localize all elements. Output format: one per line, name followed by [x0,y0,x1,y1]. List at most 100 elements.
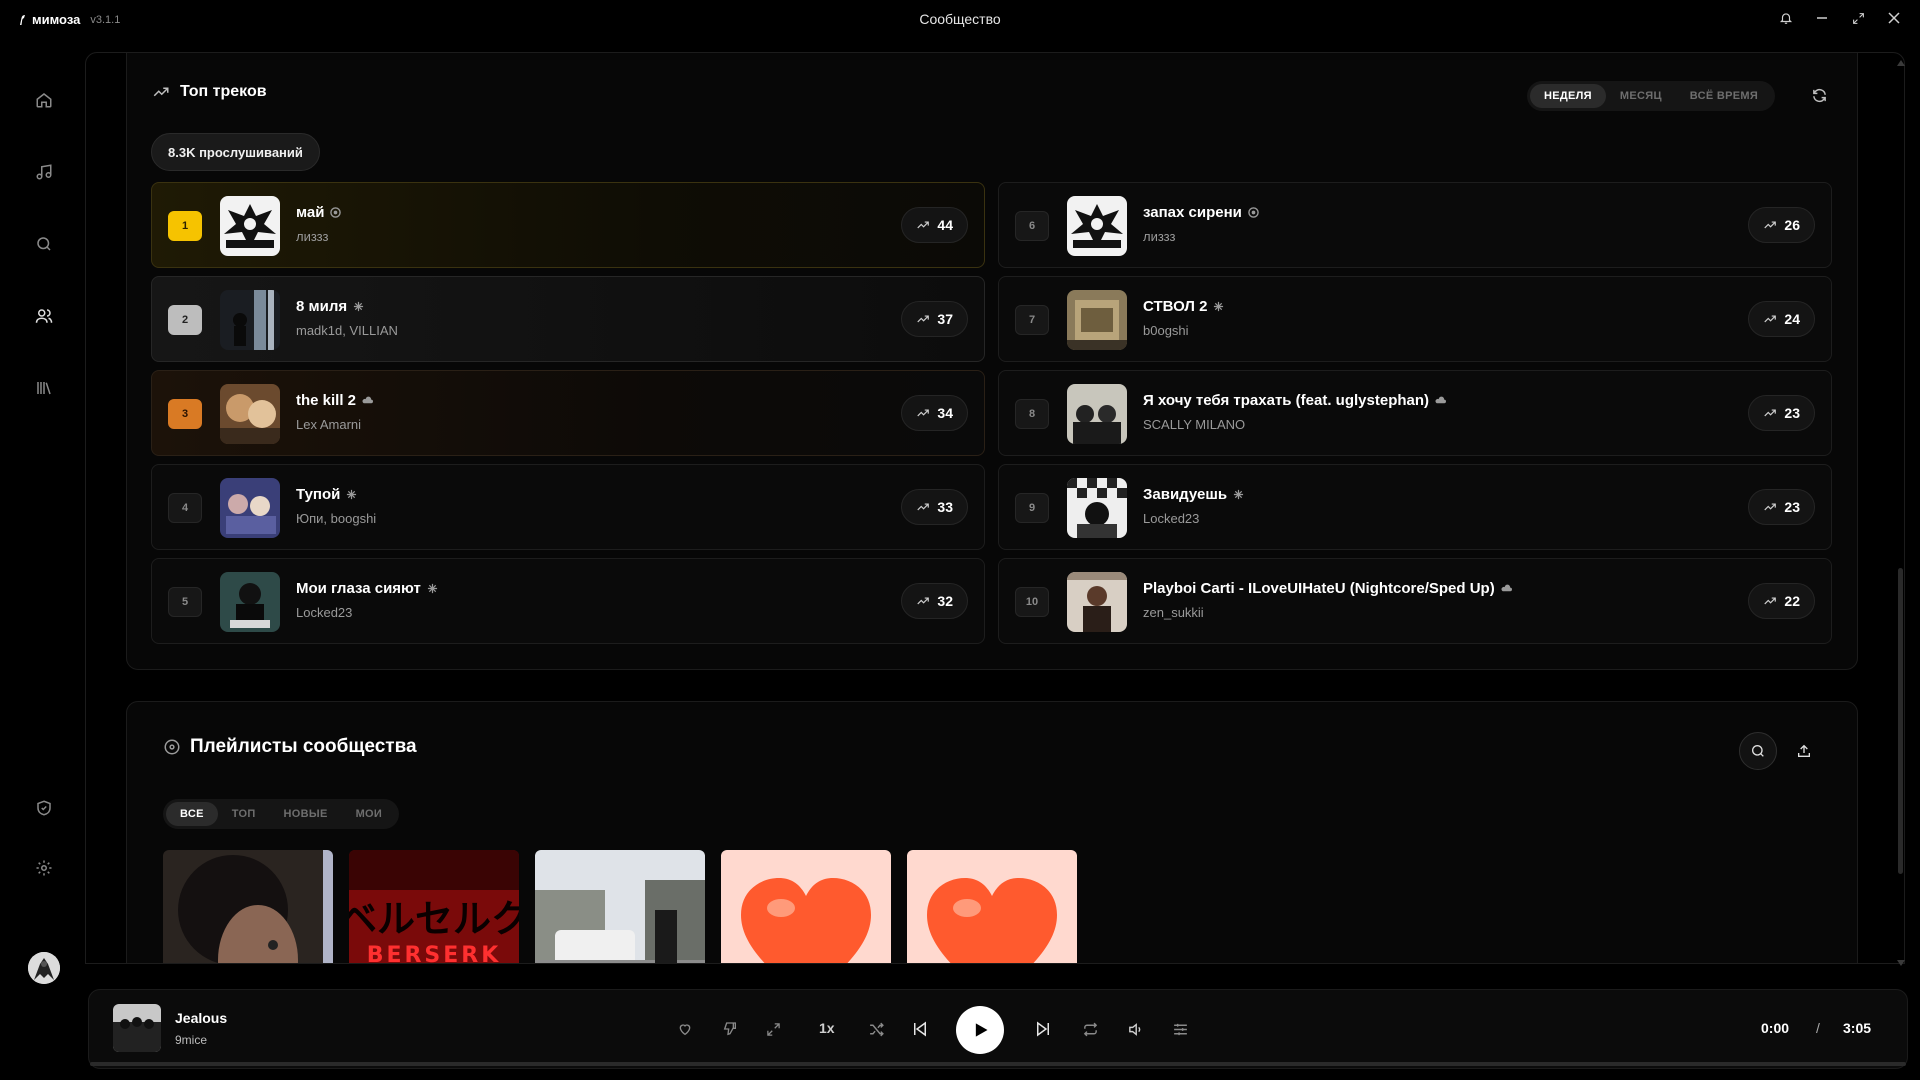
track-row-2[interactable]: 2 8 миля madk1d, VILLIAN 37 [151,276,985,362]
community-playlists-panel: Плейлисты сообщества ВСЕ ТОП НОВЫЕ МОИ ベ… [126,701,1858,964]
filter-mine-tab[interactable]: МОИ [342,802,397,826]
equalizer-icon[interactable] [1169,1018,1191,1040]
minimize-icon[interactable] [1814,10,1830,26]
dislike-icon[interactable] [719,1018,741,1040]
playlist-tile[interactable] [721,850,891,963]
shuffle-icon[interactable] [865,1018,887,1040]
search-icon[interactable] [32,232,56,256]
track-artist: b0ogshi [1143,323,1189,338]
volume-icon[interactable] [1124,1018,1146,1040]
trending-up-icon [1764,409,1777,417]
library-icon[interactable] [32,376,56,400]
home-icon[interactable] [32,88,56,112]
next-track-icon[interactable] [1032,1018,1054,1040]
refresh-icon[interactable] [1807,83,1831,107]
title-bar: мимоза v3.1.1 Сообщество [0,0,1920,40]
community-icon[interactable] [32,304,56,328]
playlist-cover-image [907,850,1077,963]
track-title-text: Тупой [296,486,341,503]
cloud-badge-icon [1435,396,1447,404]
track-cover-image [1067,290,1127,350]
expand-icon[interactable] [762,1018,784,1040]
playlist-tile[interactable] [907,850,1077,963]
trending-up-icon [1764,503,1777,511]
close-icon[interactable] [1886,10,1902,26]
track-row-3[interactable]: 3 the kill 2 Lex Amarni 34 [151,370,985,456]
scroll-down-arrow[interactable] [1897,953,1905,966]
playlist-tile[interactable]: ベルセルクBERSERK [349,850,519,964]
svg-text:ベルセルク: ベルセルク [349,897,519,941]
app-version: v3.1.1 [90,13,121,26]
search-playlists-button[interactable] [1739,732,1777,770]
track-row-10[interactable]: 10 Playboi Carti - ILoveUIHateU (Nightco… [998,558,1832,644]
play-button[interactable] [956,1006,1004,1054]
play-count-badge: 23 [1748,489,1815,525]
repeat-icon[interactable] [1079,1018,1101,1040]
play-count: 34 [937,405,953,421]
track-cover-image [1067,384,1127,444]
track-artist: Юпи, boogshi [296,511,377,526]
filter-all-tab[interactable]: ВСЕ [166,802,218,826]
playlist-tile[interactable] [163,850,333,963]
current-time: 0:00 [1761,1020,1790,1036]
track-title: Тупой [296,486,357,503]
playlist-tile[interactable] [535,850,705,963]
like-heart-icon[interactable] [674,1018,696,1040]
playlist-cover-image [535,850,705,963]
track-title: запах сирени [1143,204,1259,221]
now-playing-title[interactable]: Jealous [175,1010,227,1026]
play-count-badge: 34 [901,395,968,431]
music-note-icon[interactable] [32,160,56,184]
trending-up-icon [917,597,930,605]
settings-gear-icon[interactable] [32,856,56,880]
rank-badge: 7 [1015,305,1049,335]
play-count-badge: 23 [1748,395,1815,431]
track-title-text: Завидуешь [1143,486,1228,503]
playback-speed[interactable]: 1x [819,1020,835,1036]
track-title-text: СТВОЛ 2 [1143,298,1208,315]
search-icon [1752,745,1764,757]
play-count: 26 [1784,217,1800,233]
shield-icon[interactable] [32,796,56,820]
sparkle-badge-icon [427,583,437,594]
play-count-badge: 26 [1748,207,1815,243]
track-title-text: 8 миля [296,298,348,315]
verified-badge-icon [330,207,342,218]
trending-up-icon [1764,315,1777,323]
maximize-icon[interactable] [1850,10,1866,26]
trending-up-icon [917,315,930,323]
user-avatar[interactable] [28,952,60,984]
track-row-1[interactable]: 1 май лиззз 44 [151,182,985,268]
trending-up-icon [153,87,169,97]
cloud-badge-icon [362,396,374,404]
now-playing-artist[interactable]: 9mice [175,1033,207,1047]
filter-new-tab[interactable]: НОВЫЕ [270,802,342,826]
track-row-4[interactable]: 4 Тупой Юпи, boogshi 33 [151,464,985,550]
track-title: Я хочу тебя трахать (feat. uglystephan) [1143,392,1447,409]
scrollbar-thumb[interactable] [1898,568,1903,874]
track-row-9[interactable]: 9 Завидуешь Locked23 23 [998,464,1832,550]
period-month-tab[interactable]: МЕСЯЦ [1606,84,1676,108]
track-row-5[interactable]: 5 Мои глаза сияют Locked23 32 [151,558,985,644]
top-tracks-title: Топ треков [180,83,267,100]
bell-icon[interactable] [1778,10,1794,26]
upload-playlist-button[interactable] [1785,732,1823,770]
playback-progress-bar[interactable] [90,1062,1906,1066]
scroll-up-arrow[interactable] [1897,53,1905,66]
period-all-time-tab[interactable]: ВСЁ ВРЕМЯ [1676,84,1772,108]
track-row-6[interactable]: 6 запах сирени лиззз 26 [998,182,1832,268]
filter-top-tab[interactable]: ТОП [218,802,270,826]
cover-word: BERSERK [367,943,502,964]
track-row-8[interactable]: 8 Я хочу тебя трахать (feat. uglystephan… [998,370,1832,456]
trending-up-icon [917,503,930,511]
app-name: мимоза [32,12,81,27]
track-cover-image [220,196,280,256]
time-separator: / [1816,1020,1820,1036]
previous-track-icon[interactable] [909,1018,931,1040]
period-week-tab[interactable]: НЕДЕЛЯ [1530,84,1606,108]
sidebar [0,40,86,984]
rank-badge: 3 [168,399,202,429]
track-cover-image [220,290,280,350]
window-controls [1778,10,1902,26]
track-row-7[interactable]: 7 СТВОЛ 2 b0ogshi 24 [998,276,1832,362]
